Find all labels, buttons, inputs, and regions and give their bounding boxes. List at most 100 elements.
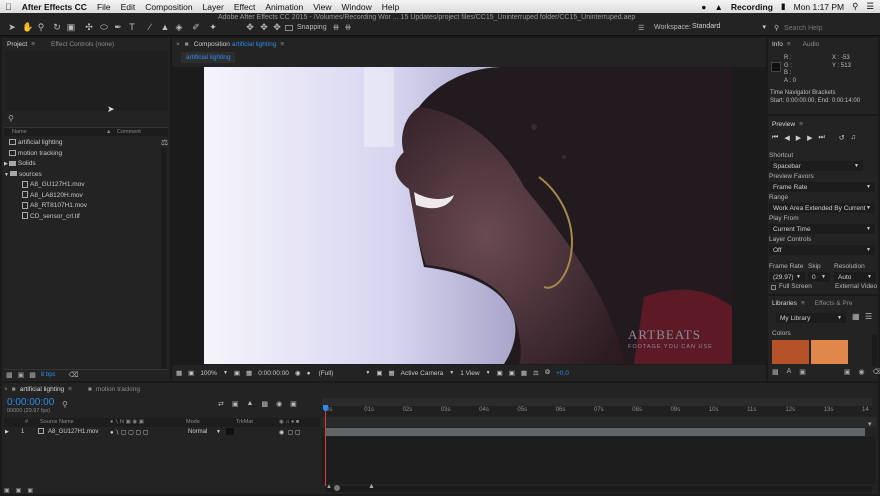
shortcut-select[interactable]: Spacebar ▼ [769, 161, 863, 171]
timeline-search-icon[interactable]: ⚲ [62, 400, 68, 409]
list-item[interactable]: ▼ sources [4, 170, 154, 181]
library-color-swatch[interactable] [772, 340, 809, 364]
col-comment[interactable]: Comment [117, 129, 141, 135]
always-preview-icon[interactable]: ▩ [176, 369, 182, 377]
lock-icon[interactable]: ■ [185, 41, 189, 48]
viewer-timecode[interactable]: 0:00:00:00 [258, 370, 289, 377]
layer-row[interactable]: ▶ 1 A8_GU127H1.mov ● ∖ ▢ ▢ ▢ ▢ Normal ▼ … [4, 428, 320, 437]
range-select[interactable]: Work Area Extended By Current ▼ [769, 203, 875, 213]
close-icon[interactable]: × [4, 386, 8, 393]
motion-blur-icon[interactable]: ◉ [276, 400, 282, 408]
snap-edges-icon[interactable]: ⧺ [331, 22, 341, 32]
wifi-icon[interactable]: ▲ [714, 2, 722, 12]
last-frame-icon[interactable]: ⏭ [818, 134, 824, 142]
roto-brush-tool-icon[interactable]: ✐ [191, 22, 201, 32]
shy-icon[interactable]: ▲ [247, 400, 254, 408]
timeline-icon[interactable]: ▩ [521, 369, 527, 377]
ellipse-tool-icon[interactable]: ⬭ [99, 22, 109, 32]
bpc-button[interactable]: 8 bpc [41, 372, 56, 378]
skip-select[interactable]: 0 ▼ [808, 272, 830, 282]
snapping-checkbox[interactable] [285, 25, 293, 31]
disclosure-down-icon[interactable]: ▼ [4, 172, 9, 178]
zoom-tool-icon[interactable]: ⚲ [36, 22, 46, 32]
close-icon[interactable]: × [176, 41, 180, 48]
favors-select[interactable]: Frame Rate ▼ [769, 182, 875, 192]
frame-blending-icon[interactable]: ▩ [261, 400, 268, 408]
toggle-switches-icon[interactable]: ▣ [4, 487, 10, 494]
col-trkmat[interactable]: TrkMat [236, 419, 253, 425]
local-axis-icon[interactable]: ✥ [245, 22, 255, 32]
sync-icon[interactable]: ◉ [859, 368, 865, 376]
layer-duration-bar[interactable] [325, 428, 865, 436]
snapshot-icon[interactable]: ◉ [295, 369, 301, 377]
new-comp-icon[interactable]: ▩ [29, 371, 36, 379]
tab-project[interactable]: Project [7, 41, 27, 48]
layer-av-icons[interactable]: ◉ ▢ ▢ [279, 429, 301, 436]
timeline-menu-icon[interactable]: ▾ [868, 420, 876, 430]
add-text-icon[interactable]: A [787, 368, 792, 376]
col-mode[interactable]: Mode [186, 419, 200, 425]
disclosure-right-icon[interactable]: ▶ [5, 429, 9, 435]
library-color-swatch[interactable] [811, 340, 848, 364]
eraser-tool-icon[interactable]: ◈ [174, 22, 184, 32]
transparency-grid-icon[interactable]: ▦ [388, 369, 394, 377]
views-select[interactable]: 1 View [460, 370, 479, 377]
previous-frame-icon[interactable]: ◀ [784, 134, 789, 142]
tab-effects-presets[interactable]: Effects & Pre [815, 300, 853, 307]
stock-icon[interactable]: ▣ [844, 368, 851, 376]
audio-icon[interactable]: ♫ [851, 134, 856, 142]
zoom-select[interactable]: 100% [200, 370, 217, 377]
resolution-select[interactable]: Auto ▼ [834, 272, 876, 282]
disclosure-right-icon[interactable]: ▶ [4, 161, 8, 167]
tab-artificial-lighting[interactable]: artificial lighting [20, 386, 64, 393]
rotate-tool-icon[interactable]: ↻ [52, 22, 62, 32]
list-view-icon[interactable]: ☰ [865, 312, 872, 321]
workspace-menu-icon[interactable]: ☰ [638, 24, 644, 32]
layer-mode-select[interactable]: Normal [188, 429, 207, 435]
list-item[interactable]: A8_GU127H1.mov [4, 180, 154, 191]
playfrom-select[interactable]: Current Time ▼ [769, 224, 875, 234]
zoom-in-icon[interactable]: ▲ [368, 483, 375, 490]
next-frame-icon[interactable]: ▶ [807, 134, 812, 142]
show-channel-icon[interactable]: ● [307, 370, 311, 377]
resolution-select[interactable]: (Full) [319, 370, 334, 377]
recording-indicator[interactable]: Recording [731, 2, 773, 12]
panel-menu-icon[interactable]: ≡ [787, 41, 791, 48]
list-item[interactable]: motion tracking [4, 149, 154, 160]
panel-menu-icon[interactable]: ≡ [799, 121, 803, 128]
col-name[interactable]: Name [12, 129, 27, 135]
menu-layer[interactable]: Layer [198, 2, 229, 12]
libraries-scrollbar[interactable] [872, 334, 877, 366]
menu-effect[interactable]: Effect [229, 2, 261, 12]
safe-zones-icon[interactable]: ▣ [234, 369, 240, 377]
col-source-name[interactable]: Source Name [40, 419, 74, 425]
toggle-pixel-icon[interactable]: ▣ [497, 369, 503, 377]
library-select[interactable]: My Library ▼ [776, 313, 846, 323]
menu-composition[interactable]: Composition [140, 2, 197, 12]
mask-icon[interactable]: ▣ [188, 369, 194, 377]
toggle-inout-icon[interactable]: ▣ [27, 487, 33, 494]
timeline-timecode[interactable]: 0:00:00:00 [7, 397, 54, 408]
notification-list-icon[interactable]: ☰ [866, 1, 874, 12]
reset-exposure-icon[interactable]: ⦾ [545, 369, 550, 377]
tab-effect-controls[interactable]: Effect Controls (none) [51, 41, 114, 48]
fast-preview-icon[interactable]: ▣ [509, 369, 515, 377]
draft-3d-icon[interactable]: ▣ [232, 400, 239, 408]
roi-icon[interactable]: ▣ [376, 369, 382, 377]
add-color-icon[interactable]: ▩ [772, 368, 779, 376]
layerctl-select[interactable]: Off ▼ [769, 245, 875, 255]
exposure-value[interactable]: +0.0 [556, 370, 569, 377]
tab-motion-tracking[interactable]: motion tracking [96, 386, 140, 393]
composition-flow-tab[interactable]: artificial lighting [181, 52, 236, 63]
pan-behind-tool-icon[interactable]: ✣ [84, 22, 94, 32]
project-scrollbar[interactable] [161, 147, 166, 369]
framerate-select[interactable]: (29.97) ▼ [769, 272, 805, 282]
play-icon[interactable]: ▶ [796, 134, 801, 142]
footage-frame[interactable]: ARTBEATS FOOTAGE YOU CAN USE [204, 67, 732, 364]
interpret-footage-icon[interactable]: ▩ [6, 371, 13, 379]
work-area-bar[interactable] [322, 398, 872, 406]
battery-icon[interactable]: ▮ [781, 1, 786, 12]
loop-icon[interactable]: ↺ [839, 134, 845, 142]
camera-select[interactable]: Active Camera [401, 370, 444, 377]
workspace-select[interactable]: Standard ▾ [692, 23, 766, 33]
